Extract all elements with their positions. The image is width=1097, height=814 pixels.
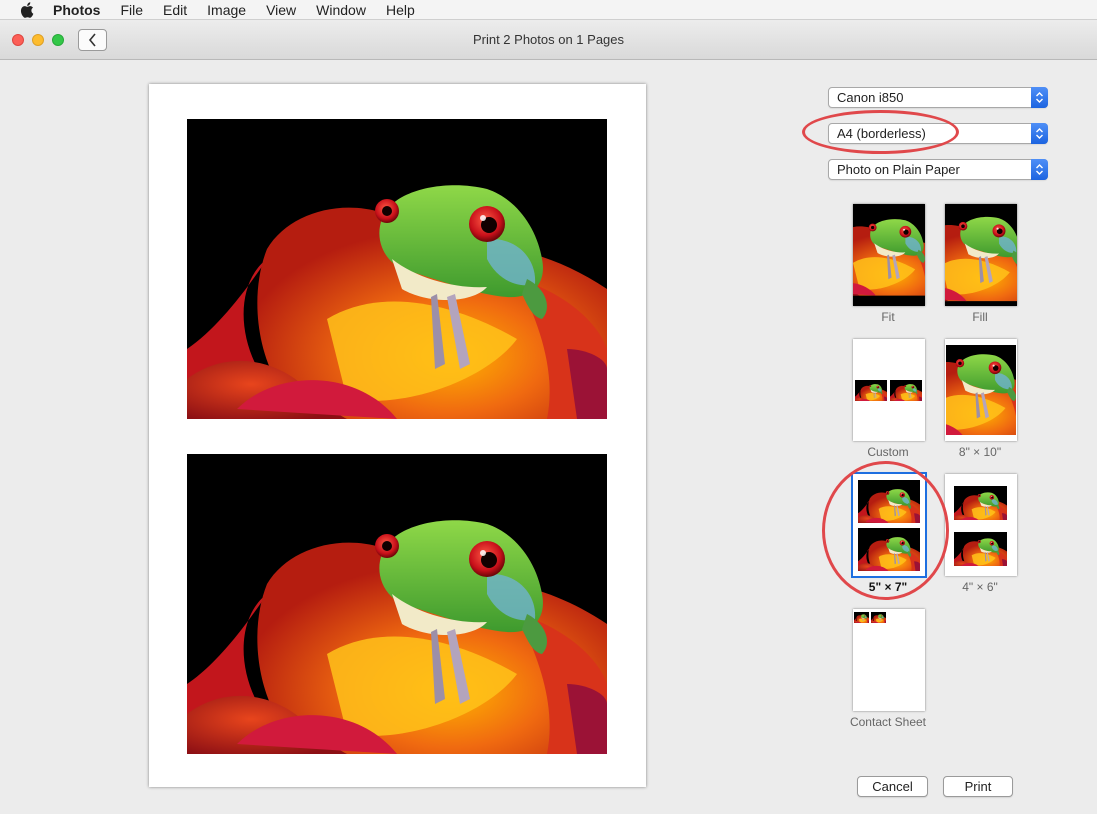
layout-custom-photo-2 — [890, 380, 922, 401]
layout-8x10-photo — [946, 345, 1016, 435]
popup-stepper-icon — [1031, 123, 1048, 144]
menu-window[interactable]: Window — [311, 2, 371, 18]
layout-4x6-label: 4" × 6" — [962, 580, 998, 594]
menu-bar: Photos File Edit Image View Window Help — [0, 0, 1097, 20]
layout-contact-sheet-photo-1 — [854, 612, 869, 623]
media-type-popup[interactable]: Photo on Plain Paper — [828, 159, 1048, 180]
layout-contact-sheet-thumbnail[interactable] — [853, 609, 925, 711]
layout-8x10-label: 8" × 10" — [958, 445, 1002, 459]
print-button[interactable]: Print — [943, 776, 1013, 797]
layout-fill-label: Fill — [972, 310, 988, 324]
apple-logo-icon[interactable] — [12, 1, 42, 18]
printer-popup-value: Canon i850 — [837, 90, 904, 105]
popup-stepper-icon — [1031, 87, 1048, 108]
media-type-popup-value: Photo on Plain Paper — [837, 162, 960, 177]
window-title: Print 2 Photos on 1 Pages — [472, 32, 625, 47]
layout-custom-photo-1 — [855, 380, 887, 401]
printer-popup[interactable]: Canon i850 — [828, 87, 1048, 108]
menu-file[interactable]: File — [115, 2, 148, 18]
print-preview-page — [149, 84, 646, 787]
window-toolbar: Print 2 Photos on 1 Pages — [0, 21, 1097, 60]
layout-5x7-photo-2 — [858, 528, 920, 571]
cancel-button[interactable]: Cancel — [857, 776, 928, 797]
preview-photo-1[interactable] — [187, 119, 607, 419]
menu-view[interactable]: View — [261, 2, 301, 18]
paper-size-popup-value: A4 (borderless) — [837, 126, 926, 141]
layout-contact-sheet-label: Contact Sheet — [849, 715, 927, 729]
popup-stepper-icon — [1031, 159, 1048, 180]
layout-fit-photo — [853, 204, 925, 306]
layout-5x7-thumbnail[interactable] — [851, 472, 927, 578]
layout-contact-sheet-photo-2 — [871, 612, 886, 623]
menu-edit[interactable]: Edit — [158, 2, 192, 18]
layout-custom-thumbnail[interactable] — [853, 339, 925, 441]
menu-image[interactable]: Image — [202, 2, 251, 18]
layout-4x6-photo-2 — [954, 532, 1007, 566]
menu-photos[interactable]: Photos — [48, 2, 105, 18]
layout-5x7-photo-1 — [858, 480, 920, 523]
layout-4x6-thumbnail[interactable] — [945, 474, 1017, 576]
layout-8x10-thumbnail[interactable] — [945, 339, 1017, 441]
paper-size-popup[interactable]: A4 (borderless) — [828, 123, 1048, 144]
layout-4x6-photo-1 — [954, 486, 1007, 520]
layout-fit-thumbnail[interactable] — [853, 204, 925, 306]
preview-photo-2[interactable] — [187, 454, 607, 754]
layout-fill-photo — [945, 204, 1017, 306]
layout-fill-thumbnail[interactable] — [945, 204, 1017, 306]
menu-help[interactable]: Help — [381, 2, 420, 18]
